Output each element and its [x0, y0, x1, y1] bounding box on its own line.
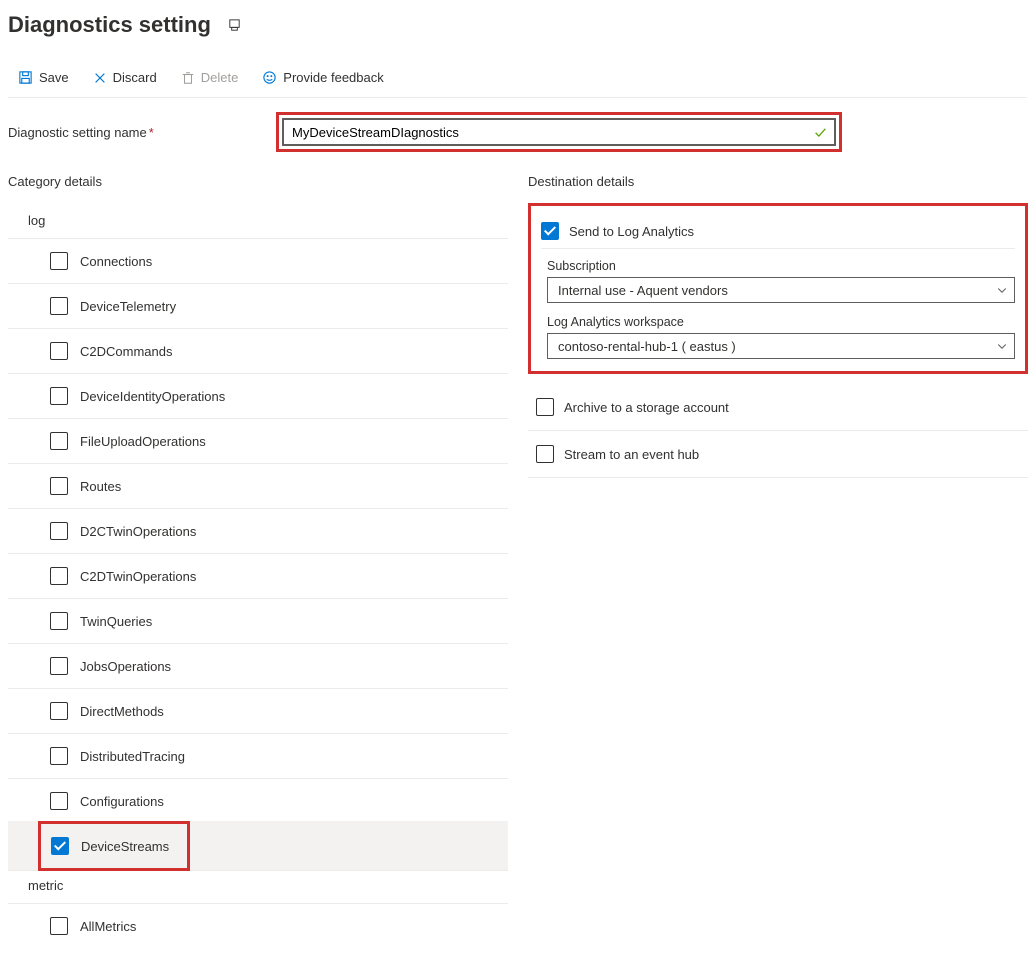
- cat-row-allmetrics[interactable]: AllMetrics: [8, 904, 508, 948]
- cat-checkbox[interactable]: [50, 432, 68, 450]
- devicestreams-highlight: DeviceStreams: [38, 821, 190, 871]
- cat-checkbox[interactable]: [50, 792, 68, 810]
- cat-label: Configurations: [80, 794, 164, 809]
- cat-checkbox[interactable]: [50, 342, 68, 360]
- setting-name-label: Diagnostic setting name*: [8, 125, 258, 140]
- pin-icon[interactable]: [227, 18, 242, 33]
- dest-row-storage[interactable]: Archive to a storage account: [528, 384, 1028, 431]
- cat-label: C2DCommands: [80, 344, 172, 359]
- cat-label: FileUploadOperations: [80, 434, 206, 449]
- cat-row-jobs[interactable]: JobsOperations: [8, 644, 508, 689]
- save-icon: [18, 70, 33, 85]
- cat-row-twinqueries[interactable]: TwinQueries: [8, 599, 508, 644]
- delete-button: Delete: [171, 66, 249, 89]
- cat-row-d2ctwin[interactable]: D2CTwinOperations: [8, 509, 508, 554]
- cat-label: JobsOperations: [80, 659, 171, 674]
- cat-row-devicetelemetry[interactable]: DeviceTelemetry: [8, 284, 508, 329]
- cat-checkbox[interactable]: [50, 567, 68, 585]
- cat-checkbox[interactable]: [50, 657, 68, 675]
- dest-row-eventhub[interactable]: Stream to an event hub: [528, 431, 1028, 478]
- cat-checkbox[interactable]: [51, 837, 69, 855]
- toolbar: Save Discard Delete Provide feedback: [8, 58, 1027, 98]
- cat-row-fileupload[interactable]: FileUploadOperations: [8, 419, 508, 464]
- workspace-select[interactable]: contoso-rental-hub-1 ( eastus ): [547, 333, 1015, 359]
- discard-button[interactable]: Discard: [83, 66, 167, 89]
- category-title: Category details: [8, 174, 508, 189]
- save-label: Save: [39, 70, 69, 85]
- cat-label: DirectMethods: [80, 704, 164, 719]
- dest-row-loganalytics[interactable]: Send to Log Analytics: [541, 214, 1015, 249]
- dest-checkbox-storage[interactable]: [536, 398, 554, 416]
- cat-label: DeviceStreams: [81, 839, 169, 854]
- setting-name-highlight: [276, 112, 842, 152]
- cat-label: DistributedTracing: [80, 749, 185, 764]
- cat-checkbox[interactable]: [50, 917, 68, 935]
- dest-label: Send to Log Analytics: [569, 224, 694, 239]
- cat-row-distributedtracing[interactable]: DistributedTracing: [8, 734, 508, 779]
- cat-row-directmethods[interactable]: DirectMethods: [8, 689, 508, 734]
- cat-checkbox[interactable]: [50, 297, 68, 315]
- cat-label: DeviceTelemetry: [80, 299, 176, 314]
- log-analytics-highlight: Send to Log Analytics Subscription Inter…: [528, 203, 1028, 374]
- group-log-title: log: [8, 203, 508, 239]
- trash-icon: [181, 71, 195, 85]
- delete-label: Delete: [201, 70, 239, 85]
- cat-row-c2dtwin[interactable]: C2DTwinOperations: [8, 554, 508, 599]
- workspace-value: contoso-rental-hub-1 ( eastus ): [558, 339, 736, 354]
- dest-checkbox-loganalytics[interactable]: [541, 222, 559, 240]
- workspace-label: Log Analytics workspace: [547, 315, 1015, 329]
- setting-name-input[interactable]: [283, 119, 835, 145]
- feedback-label: Provide feedback: [283, 70, 383, 85]
- smiley-icon: [262, 70, 277, 85]
- page-title: Diagnostics setting: [8, 12, 211, 38]
- cat-checkbox[interactable]: [50, 387, 68, 405]
- cat-label: AllMetrics: [80, 919, 136, 934]
- cat-checkbox[interactable]: [50, 747, 68, 765]
- chevron-down-icon: [996, 340, 1008, 352]
- discard-label: Discard: [113, 70, 157, 85]
- cat-row-connections[interactable]: Connections: [8, 239, 508, 284]
- dest-label: Stream to an event hub: [564, 447, 699, 462]
- cat-row-configurations[interactable]: Configurations: [8, 779, 508, 824]
- cat-label: C2DTwinOperations: [80, 569, 196, 584]
- feedback-button[interactable]: Provide feedback: [252, 66, 393, 89]
- cat-row-devicestreams[interactable]: DeviceStreams: [41, 824, 187, 868]
- cat-checkbox[interactable]: [50, 612, 68, 630]
- subscription-value: Internal use - Aquent vendors: [558, 283, 728, 298]
- cat-label: Routes: [80, 479, 121, 494]
- cat-checkbox[interactable]: [50, 522, 68, 540]
- group-metric-title: metric: [8, 868, 508, 904]
- cat-row-deviceidentity[interactable]: DeviceIdentityOperations: [8, 374, 508, 419]
- cat-label: Connections: [80, 254, 152, 269]
- cat-checkbox[interactable]: [50, 252, 68, 270]
- subscription-select[interactable]: Internal use - Aquent vendors: [547, 277, 1015, 303]
- close-icon: [93, 71, 107, 85]
- dest-label: Archive to a storage account: [564, 400, 729, 415]
- cat-row-c2dcommands[interactable]: C2DCommands: [8, 329, 508, 374]
- chevron-down-icon: [996, 284, 1008, 296]
- cat-row-routes[interactable]: Routes: [8, 464, 508, 509]
- check-icon: [814, 126, 827, 139]
- cat-label: TwinQueries: [80, 614, 152, 629]
- cat-checkbox[interactable]: [50, 477, 68, 495]
- cat-label: D2CTwinOperations: [80, 524, 196, 539]
- save-button[interactable]: Save: [8, 66, 79, 89]
- cat-checkbox[interactable]: [50, 702, 68, 720]
- dest-checkbox-eventhub[interactable]: [536, 445, 554, 463]
- destination-title: Destination details: [528, 174, 1028, 189]
- cat-label: DeviceIdentityOperations: [80, 389, 225, 404]
- subscription-label: Subscription: [547, 259, 1015, 273]
